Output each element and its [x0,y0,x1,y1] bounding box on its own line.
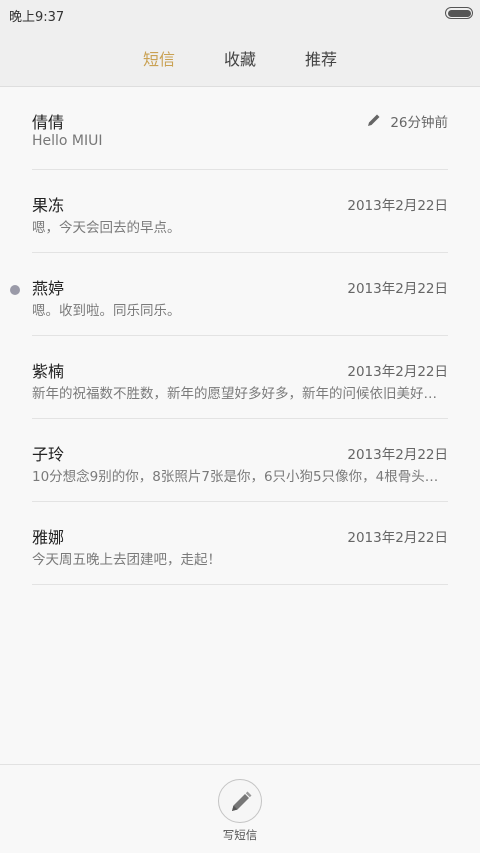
conversation-item[interactable]: 雅娜 2013年2月22日 今天周五晚上去团建吧，走起！ [32,502,448,585]
message-preview: 嗯，今天会回去的早点。 [32,220,181,236]
unread-dot-icon [10,285,20,295]
conversation-item[interactable]: 倩倩 26分钟前 Hello MIUI [32,87,448,170]
tab-favorites[interactable]: 收藏 [224,46,256,70]
tab-header: 短信 收藏 推荐 [0,28,480,87]
battery-icon [445,7,473,19]
battery-fill [447,9,471,17]
pencil-icon [232,791,252,811]
message-preview: 嗯。收到啦。同乐同乐。 [32,303,181,319]
contact-name: 雅娜 [32,528,65,547]
message-time: 26分钟前 [390,115,448,131]
contact-name: 燕婷 [32,279,65,298]
bottom-bar: 写短信 [0,764,480,853]
tab-recommended[interactable]: 推荐 [305,46,337,70]
contact-name: 子玲 [32,445,65,464]
message-time: 2013年2月22日 [347,281,448,297]
contact-name: 果冻 [32,196,65,215]
contact-name: 紫楠 [32,362,65,381]
message-time: 2013年2月22日 [347,530,448,546]
sms-app-screen: 晚上9:37 短信 收藏 推荐 倩倩 26分钟前 Hello MIUI 果冻 2… [0,0,480,853]
compose-label: 写短信 [222,828,258,842]
status-bar: 晚上9:37 [0,0,480,28]
contact-name: 倩倩 [32,113,65,132]
message-preview: 新年的祝福数不胜数，新年的愿望好多好多，新年的问候依旧美好… [32,386,437,402]
conversation-item[interactable]: 子玲 2013年2月22日 10分想念9别的你，8张照片7张是你，6只小狗5只像… [32,419,448,502]
message-preview: Hello MIUI [32,133,103,149]
status-time: 晚上9:37 [9,10,65,25]
conversation-item[interactable]: 燕婷 2013年2月22日 嗯。收到啦。同乐同乐。 [10,253,448,336]
pencil-icon [368,114,380,126]
message-list: 倩倩 26分钟前 Hello MIUI 果冻 2013年2月22日 嗯，今天会回… [0,87,480,585]
compose-button[interactable] [218,779,262,823]
conversation-item[interactable]: 果冻 2013年2月22日 嗯，今天会回去的早点。 [32,170,448,253]
conversation-item[interactable]: 紫楠 2013年2月22日 新年的祝福数不胜数，新年的愿望好多好多，新年的问候依… [32,336,448,419]
message-time: 2013年2月22日 [347,447,448,463]
tab-sms[interactable]: 短信 [143,46,175,70]
message-time: 2013年2月22日 [347,198,448,214]
message-preview: 10分想念9别的你，8张照片7张是你，6只小狗5只像你，4根骨头… [32,469,439,485]
message-time: 2013年2月22日 [347,364,448,380]
message-preview: 今天周五晚上去团建吧，走起！ [32,552,221,568]
